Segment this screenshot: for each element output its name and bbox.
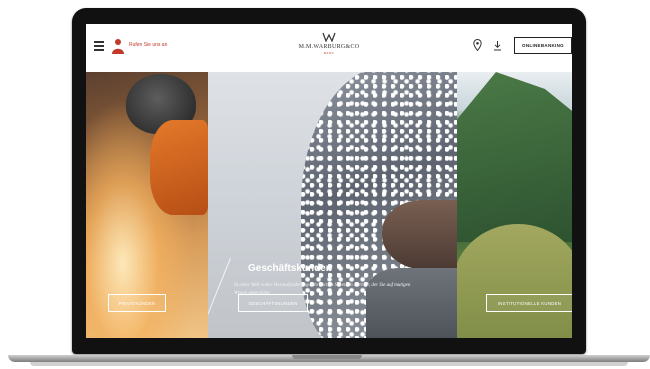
download-icon[interactable] — [493, 40, 502, 51]
logo-name: M.M.WARBURG&CO — [298, 44, 360, 50]
panel-image-mountain — [457, 72, 572, 242]
site-header: Rufen Sie uns an M.M.WARBURG&CO BANK ONL… — [86, 24, 572, 72]
geschaeftskunden-button[interactable]: GESCHÄFTSKUNDEN — [238, 294, 308, 312]
panel-image-scarf — [366, 268, 457, 338]
laptop-screen: Rufen Sie uns an M.M.WARBURG&CO BANK ONL… — [86, 24, 572, 338]
panel-image-meadow — [457, 224, 572, 338]
location-pin-icon[interactable] — [473, 39, 482, 51]
privatkunden-button[interactable]: PRIVATKUNDEN — [108, 294, 166, 312]
logo[interactable]: M.M.WARBURG&CO BANK — [291, 32, 367, 55]
panel-title: Geschäftskunden — [248, 263, 332, 274]
panel-image-jacket — [150, 120, 208, 215]
laptop-notch — [292, 355, 362, 359]
logo-mark-icon — [322, 32, 336, 42]
institutionelle-kunden-button[interactable]: INSTITUTIONELLE KUNDEN — [486, 294, 572, 312]
menu-icon[interactable] — [94, 41, 104, 51]
onlinebanking-button[interactable]: ONLINEBANKING — [514, 37, 572, 54]
laptop-shadow — [30, 362, 628, 366]
person-icon — [112, 39, 124, 54]
logo-subtitle: BANK — [323, 51, 335, 55]
decorative-slash — [208, 258, 231, 326]
contact-link[interactable]: Rufen Sie uns an — [129, 42, 167, 48]
